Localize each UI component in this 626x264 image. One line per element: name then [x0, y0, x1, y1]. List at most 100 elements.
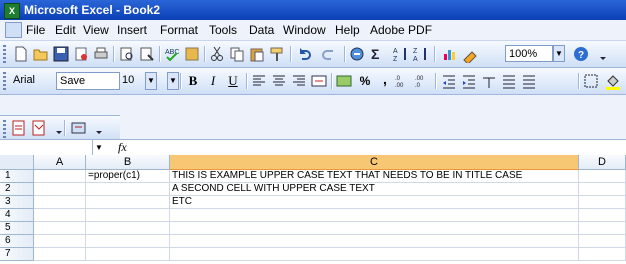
menu-file[interactable]: File [26, 23, 45, 37]
decrease-decimal-icon[interactable]: .00.0 [414, 72, 432, 90]
cell-d6[interactable] [579, 235, 626, 248]
redo-icon[interactable] [320, 45, 338, 63]
font-size-dropdown-icon[interactable]: ▼ [145, 72, 157, 90]
menu-format[interactable]: Format [160, 23, 198, 37]
merge-center-icon[interactable] [310, 72, 328, 90]
research-icon[interactable] [138, 45, 156, 63]
cell-b5[interactable] [86, 222, 170, 235]
increase-decimal-icon[interactable]: .0.00 [394, 72, 412, 90]
row-header[interactable]: 6 [0, 235, 34, 248]
row-header[interactable]: 2 [0, 183, 34, 196]
menu-tools[interactable]: Tools [209, 23, 237, 37]
column-header-b[interactable]: B [86, 155, 170, 170]
cell-b7[interactable] [86, 248, 170, 261]
workbook-icon[interactable] [5, 22, 22, 38]
cell-b2[interactable] [86, 183, 170, 196]
font-name-field[interactable]: Arial [10, 72, 56, 90]
cell-a5[interactable] [34, 222, 86, 235]
name-box-dropdown-icon[interactable]: ▼ [92, 140, 106, 155]
pdf-review-icon[interactable] [70, 119, 88, 137]
bold-button[interactable]: B [184, 72, 202, 90]
cell-c7[interactable] [170, 248, 579, 261]
cell-c1[interactable]: THIS IS EXAMPLE UPPER CASE TEXT THAT NEE… [170, 170, 579, 183]
borders-icon[interactable] [582, 72, 600, 90]
align-center-icon[interactable] [270, 72, 288, 90]
cell-c6[interactable] [170, 235, 579, 248]
cell-a6[interactable] [34, 235, 86, 248]
zoom-dropdown-icon[interactable]: ▼ [553, 45, 565, 62]
indent-icon[interactable] [500, 72, 518, 90]
chart-wizard-icon[interactable] [441, 45, 459, 63]
italic-button[interactable]: I [204, 72, 222, 90]
toolbar-grip[interactable] [3, 72, 6, 90]
name-box[interactable] [0, 140, 93, 155]
cell-c5[interactable] [170, 222, 579, 235]
print-icon[interactable] [92, 45, 110, 63]
cell-a4[interactable] [34, 209, 86, 222]
align-right-icon[interactable] [290, 72, 308, 90]
menu-edit[interactable]: Edit [55, 23, 76, 37]
font-size-field[interactable]: 10 [120, 72, 146, 90]
open-icon[interactable] [32, 45, 50, 63]
convert-to-pdf-icon[interactable] [10, 119, 28, 137]
cell-d1[interactable] [579, 170, 626, 183]
format-painter-icon[interactable] [268, 45, 286, 63]
pdf-email-icon[interactable] [30, 119, 48, 137]
style-dropdown-icon[interactable]: ▼ [167, 72, 179, 90]
cell-c3[interactable]: ETC [170, 196, 579, 209]
percent-button[interactable]: % [356, 72, 374, 90]
cell-c4[interactable] [170, 209, 579, 222]
save-icon[interactable] [52, 45, 70, 63]
print-preview-icon[interactable] [118, 45, 136, 63]
zoom-field[interactable]: 100% [505, 45, 553, 62]
sort-descending-icon[interactable]: ZA [412, 45, 430, 63]
autosum-icon[interactable]: Σ [368, 45, 386, 63]
menu-help[interactable]: Help [335, 23, 360, 37]
cell-b1[interactable]: =proper(c1) [86, 170, 170, 183]
toolbar-grip[interactable] [3, 120, 6, 138]
paste-icon[interactable] [248, 45, 266, 63]
spelling-icon[interactable]: ABC [163, 45, 181, 63]
row-header[interactable]: 7 [0, 248, 34, 261]
cell-b6[interactable] [86, 235, 170, 248]
row-header[interactable]: 3 [0, 196, 34, 209]
insert-function-button[interactable]: fx [118, 140, 127, 155]
cut-icon[interactable] [208, 45, 226, 63]
cell-b3[interactable] [86, 196, 170, 209]
comma-button[interactable]: , [376, 72, 394, 90]
column-header-d[interactable]: D [579, 155, 626, 170]
undo-icon[interactable] [295, 45, 313, 63]
menu-insert[interactable]: Insert [117, 23, 147, 37]
formula-input[interactable] [136, 140, 626, 155]
menu-adobe-pdf[interactable]: Adobe PDF [370, 23, 432, 37]
cell-a1[interactable] [34, 170, 86, 183]
sort-ascending-icon[interactable]: AZ [392, 45, 410, 63]
column-header-a[interactable]: A [34, 155, 86, 170]
toolbar-options-icon[interactable] [594, 45, 606, 63]
cell-d5[interactable] [579, 222, 626, 235]
text-direction-icon[interactable] [480, 72, 498, 90]
cell-d2[interactable] [579, 183, 626, 196]
cell-a2[interactable] [34, 183, 86, 196]
toolbar-grip[interactable] [3, 45, 6, 63]
new-icon[interactable] [12, 45, 30, 63]
decrease-indent-icon[interactable] [440, 72, 458, 90]
pdf-options-icon[interactable] [50, 119, 62, 137]
row-header[interactable]: 5 [0, 222, 34, 235]
increase-indent-icon[interactable] [460, 72, 478, 90]
copy-icon[interactable] [228, 45, 246, 63]
menu-data[interactable]: Data [249, 23, 274, 37]
excel-icon[interactable]: X [4, 3, 20, 19]
select-all-corner[interactable] [0, 155, 34, 170]
currency-icon[interactable] [335, 72, 353, 90]
underline-button[interactable]: U [224, 72, 242, 90]
outdent-icon[interactable] [520, 72, 538, 90]
cell-b4[interactable] [86, 209, 170, 222]
cell-d3[interactable] [579, 196, 626, 209]
style-field[interactable]: Save [56, 72, 120, 90]
menu-view[interactable]: View [83, 23, 109, 37]
align-left-icon[interactable] [250, 72, 268, 90]
drawing-icon[interactable] [461, 45, 479, 63]
menu-window[interactable]: Window [283, 23, 326, 37]
cell-d7[interactable] [579, 248, 626, 261]
